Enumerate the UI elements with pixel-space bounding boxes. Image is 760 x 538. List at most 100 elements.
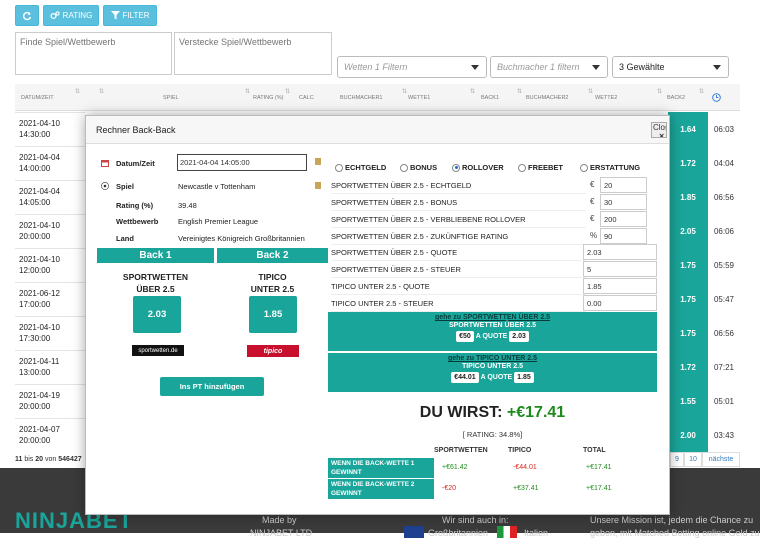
mode-label: ERSTATTUNG	[590, 163, 641, 172]
row-back2-odds[interactable]: 1.85	[668, 180, 708, 214]
row-back2-odds[interactable]: 1.75	[668, 316, 708, 350]
table-row[interactable]: 2021-04-11 13:00:00	[15, 350, 85, 384]
bookmaker-filter-select[interactable]: Buchmacher 1 filtern	[490, 56, 608, 78]
table-row[interactable]: 2021-04-04 14:05:00	[15, 180, 85, 214]
footer-country1[interactable]: Großbritannien	[428, 528, 488, 538]
field-input[interactable]: 200	[600, 211, 647, 227]
page-9[interactable]: 9	[670, 452, 684, 467]
table-row[interactable]: 2021-04-10 12:00:00	[15, 248, 85, 282]
row-back2-odds[interactable]: 2.05	[668, 214, 708, 248]
th-match[interactable]: SPIEL ⇅	[163, 84, 253, 111]
mode-radio-erstattung[interactable]: ERSTATTUNG	[580, 163, 640, 172]
th-back1[interactable]: BACK1 ⇅	[481, 84, 525, 111]
stake1-panel: gehe zu SPORTWETTEN ÜBER 2.5 SPORTWETTEN…	[328, 312, 657, 351]
pagination-info: 11 bis 20 von 546427	[15, 456, 82, 463]
row-remaining-time: 06:03	[713, 124, 735, 134]
row-time: 17:00:00	[19, 300, 51, 309]
add-to-pt-button[interactable]: Ins PT hinzufügen	[160, 377, 264, 396]
outcome-tipico-value: -€44.01	[513, 464, 537, 471]
th-bookmaker1[interactable]: BUCHMACHER1 ⇅	[340, 84, 410, 111]
row-remaining-time: 03:43	[713, 430, 735, 440]
field-input[interactable]: 20	[600, 177, 647, 193]
th-clock[interactable]	[712, 84, 740, 111]
goto-sportwetten-link[interactable]: gehe zu SPORTWETTEN ÜBER 2.5	[328, 314, 657, 321]
row-remaining-time: 06:56	[713, 328, 735, 338]
th-bet2[interactable]: WETTE2 ⇅	[595, 84, 665, 111]
date-input[interactable]: 2021-04-04 14:05:00	[177, 154, 307, 171]
radio-circle-icon	[335, 163, 343, 172]
rating-label: Rating (%)	[116, 201, 154, 210]
competition-value: English Premier League	[178, 217, 259, 226]
table-row[interactable]: 2021-04-19 20:00:00	[15, 384, 85, 418]
sportwetten-logo[interactable]: sportwetten.de	[132, 345, 184, 356]
row-remaining-time: 04:04	[713, 158, 735, 168]
table-row[interactable]: 2021-04-07 20:00:00	[15, 418, 85, 452]
modal-header: Rechner Back-Back	[86, 116, 669, 144]
row-date: 2021-04-19	[19, 391, 60, 400]
filter-button[interactable]: FILTER	[103, 5, 157, 26]
outcome-header-total: TOTAL	[583, 447, 606, 454]
soccer-ball-icon	[101, 182, 109, 190]
th-rating[interactable]: RATING (%) ⇅	[253, 84, 293, 111]
goto-tipico-link[interactable]: gehe zu TIPICO UNTER 2.5	[328, 355, 657, 362]
row-back2-odds[interactable]: 1.64	[668, 112, 708, 146]
field-input[interactable]: 2.03	[583, 244, 657, 260]
rating-button[interactable]: RATING	[43, 5, 99, 26]
table-row[interactable]: 2021-04-10 14:30:00	[15, 112, 85, 146]
gears-icon	[50, 11, 60, 20]
row-back2-odds[interactable]: 1.55	[668, 384, 708, 418]
find-match-input[interactable]	[15, 32, 172, 75]
back2-odds[interactable]: 1.85	[249, 296, 297, 333]
row-date: 2021-04-04	[19, 153, 60, 162]
row-back2-odds[interactable]: 1.75	[668, 248, 708, 282]
field-input[interactable]: 1.85	[583, 278, 657, 294]
stake2-title: TIPICO UNTER 2.5	[461, 363, 524, 370]
radio-circle-icon	[580, 163, 588, 172]
radio-circle-icon	[518, 163, 526, 172]
field-input[interactable]: 0.00	[583, 295, 657, 311]
row-back2-odds[interactable]: 1.72	[668, 350, 708, 384]
outcome-header-tipico: TIPICO	[508, 447, 532, 454]
refresh-button[interactable]	[15, 5, 39, 26]
back2-bet: TIPICO UNTER 2.5	[250, 272, 295, 294]
row-back2-odds[interactable]: 2.00	[668, 418, 708, 452]
stake1-quote: 2.03	[509, 331, 529, 342]
th-back2[interactable]: BACK2 ⇅	[667, 84, 707, 111]
th-date[interactable]: DATUM/ZEIT ⇅	[21, 84, 83, 111]
edit-icon[interactable]	[315, 158, 321, 165]
back1-odds[interactable]: 2.03	[133, 296, 181, 333]
hide-match-input[interactable]	[174, 32, 332, 75]
table-row[interactable]: 2021-04-04 14:00:00	[15, 146, 85, 180]
next-page-link[interactable]: nächste	[702, 452, 740, 467]
bets-filter-select[interactable]: Wetten 1 Filtern	[337, 56, 487, 78]
selected-count-select[interactable]: 3 Gewählte	[612, 56, 729, 78]
th-bookmaker2[interactable]: BUCHMACHER2 ⇅	[526, 84, 596, 111]
field-label: TIPICO UNTER 2.5 - STEUER	[331, 295, 586, 312]
row-back2-odds[interactable]: 1.75	[668, 282, 708, 316]
tipico-logo[interactable]: tipico	[247, 345, 299, 357]
row-back2-odds[interactable]: 1.72	[668, 146, 708, 180]
mode-radio-rollover[interactable]: ROLLOVER	[452, 163, 504, 172]
field-input[interactable]: 90	[600, 228, 647, 244]
outcome-header-sport: SPORTWETTEN	[434, 447, 488, 454]
table-row[interactable]: 2021-04-10 17:30:00	[15, 316, 85, 350]
row-time: 14:30:00	[19, 130, 51, 139]
row-time: 13:00:00	[19, 368, 51, 377]
field-input[interactable]: 30	[600, 194, 647, 210]
footer-country2[interactable]: Italien	[524, 528, 548, 538]
field-input[interactable]: 5	[583, 261, 657, 277]
table-row[interactable]: 2021-06-12 17:00:00	[15, 282, 85, 316]
table-row[interactable]: 2021-04-10 20:00:00	[15, 214, 85, 248]
mode-radio-freebet[interactable]: FREEBET	[518, 163, 563, 172]
mode-radio-echtgeld[interactable]: ECHTGELD	[335, 163, 386, 172]
outcome-tipico-value: +€37.41	[513, 485, 539, 492]
match-value: Newcastle v Tottenham	[178, 182, 256, 191]
field-label: TIPICO UNTER 2.5 - QUOTE	[331, 278, 586, 295]
th-bet1[interactable]: WETTE1 ⇅	[408, 84, 478, 111]
row-time: 12:00:00	[19, 266, 51, 275]
close-button[interactable]: Close ×	[651, 122, 667, 138]
mode-radio-bonus[interactable]: BONUS	[400, 163, 437, 172]
outcome-label: WENN DIE BACK-WETTE 2 GEWINNT	[328, 479, 434, 499]
edit-icon[interactable]	[315, 182, 321, 189]
page-10[interactable]: 10	[684, 452, 702, 467]
